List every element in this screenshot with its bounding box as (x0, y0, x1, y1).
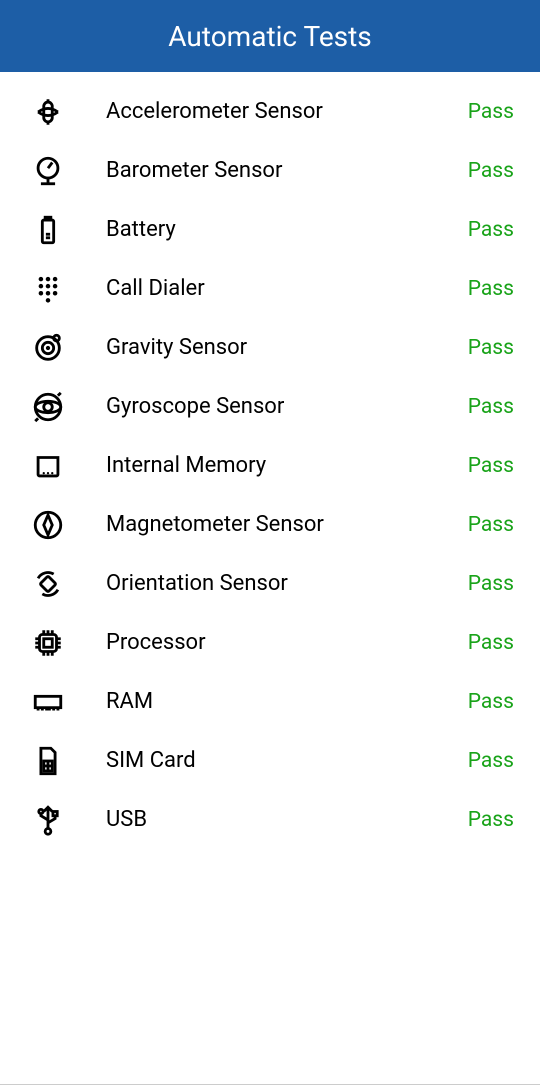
test-row[interactable]: BatteryPass (26, 200, 514, 259)
barometer-icon (26, 154, 70, 188)
test-status: Pass (468, 808, 514, 832)
test-row[interactable]: Orientation SensorPass (26, 554, 514, 613)
test-label: Orientation Sensor (106, 571, 468, 596)
test-row[interactable]: Gravity SensorPass (26, 318, 514, 377)
test-label: Gravity Sensor (106, 335, 468, 360)
test-status: Pass (468, 159, 514, 183)
accelerometer-icon (26, 95, 70, 129)
test-label: Magnetometer Sensor (106, 512, 468, 537)
test-label: Internal Memory (106, 453, 468, 478)
test-row[interactable]: Internal MemoryPass (26, 436, 514, 495)
page-title: Automatic Tests (168, 20, 371, 53)
test-status: Pass (468, 218, 514, 242)
test-row[interactable]: Barometer SensorPass (26, 141, 514, 200)
processor-icon (26, 626, 70, 660)
dialer-icon (26, 272, 70, 306)
test-row[interactable]: RAMPass (26, 672, 514, 731)
gravity-icon (26, 331, 70, 365)
ram-icon (26, 685, 70, 719)
test-status: Pass (468, 454, 514, 478)
page-header: Automatic Tests (0, 0, 540, 72)
test-row[interactable]: USBPass (26, 790, 514, 849)
test-label: Battery (106, 217, 468, 242)
test-label: SIM Card (106, 748, 468, 773)
test-status: Pass (468, 336, 514, 360)
test-status: Pass (468, 277, 514, 301)
test-status: Pass (468, 572, 514, 596)
test-status: Pass (468, 690, 514, 714)
test-status: Pass (468, 631, 514, 655)
test-row[interactable]: ProcessorPass (26, 613, 514, 672)
test-label: Gyroscope Sensor (106, 394, 468, 419)
tests-list: Accelerometer SensorPassBarometer Sensor… (0, 72, 540, 849)
test-label: Call Dialer (106, 276, 468, 301)
test-row[interactable]: Magnetometer SensorPass (26, 495, 514, 554)
test-status: Pass (468, 100, 514, 124)
test-row[interactable]: Accelerometer SensorPass (26, 82, 514, 141)
test-row[interactable]: SIM CardPass (26, 731, 514, 790)
test-status: Pass (468, 749, 514, 773)
test-label: Barometer Sensor (106, 158, 468, 183)
test-label: Accelerometer Sensor (106, 99, 468, 124)
test-row[interactable]: Call DialerPass (26, 259, 514, 318)
usb-icon (26, 803, 70, 837)
test-label: Processor (106, 630, 468, 655)
memory-icon (26, 449, 70, 483)
sim-icon (26, 744, 70, 778)
battery-icon (26, 213, 70, 247)
gyroscope-icon (26, 390, 70, 424)
test-status: Pass (468, 513, 514, 537)
test-label: USB (106, 807, 468, 832)
orientation-icon (26, 567, 70, 601)
test-row[interactable]: Gyroscope SensorPass (26, 377, 514, 436)
test-label: RAM (106, 689, 468, 714)
magnetometer-icon (26, 508, 70, 542)
test-status: Pass (468, 395, 514, 419)
